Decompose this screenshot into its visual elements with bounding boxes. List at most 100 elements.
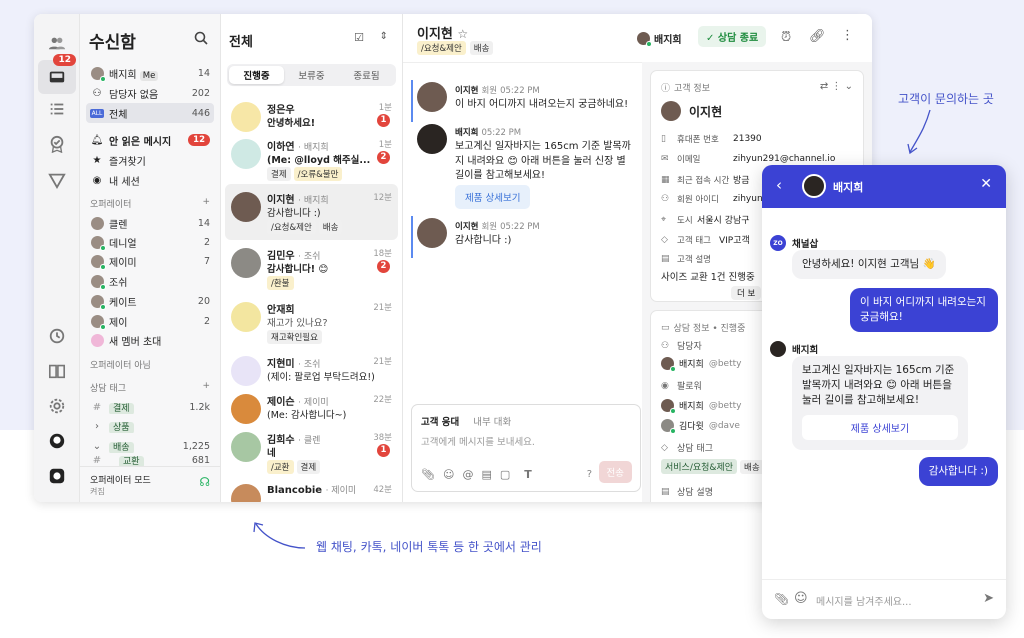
- inbox-item-my-sessions[interactable]: ◉ 내 세션: [86, 170, 214, 190]
- avatar: [417, 124, 447, 154]
- attach-icon[interactable]: 📎︎: [774, 592, 789, 606]
- avatar: [231, 302, 261, 332]
- back-arrow-icon[interactable]: ‹: [776, 176, 782, 194]
- tab-in-progress[interactable]: 진행중: [229, 66, 284, 84]
- avatar: [231, 394, 261, 424]
- tab-internal-chat[interactable]: 내부 대화: [473, 414, 511, 428]
- assignee-row[interactable]: 배지희 @betty: [661, 357, 741, 372]
- field-value[interactable]: 서울시 강남구: [697, 213, 750, 226]
- field-value[interactable]: zihyun: [733, 194, 763, 204]
- follower-name: 배지희: [679, 402, 704, 412]
- text-format-icon[interactable]: T: [524, 468, 532, 481]
- avatar: [231, 192, 261, 222]
- operator-item[interactable]: 제이 2: [86, 311, 214, 331]
- field-key: 도시: [677, 215, 693, 226]
- unread-badge: 1: [377, 444, 390, 457]
- field-value[interactable]: VIP고객: [719, 233, 750, 246]
- help-icon[interactable]: ?: [587, 469, 592, 480]
- assignee-selector[interactable]: 배지희: [637, 31, 682, 47]
- link-icon[interactable]: 🔗︎: [809, 29, 826, 44]
- alarm-icon[interactable]: ⏰︎: [781, 30, 791, 45]
- mail-icon: ✉: [661, 154, 669, 164]
- inbox-item-favorites[interactable]: ★ 즐겨찾기: [86, 150, 214, 170]
- emoji-icon[interactable]: ☺: [794, 591, 808, 606]
- clock-face-icon[interactable]: [44, 323, 70, 349]
- emoji-icon[interactable]: ☺: [443, 468, 454, 481]
- inbox-item-unassigned[interactable]: ⚇ 담당자 없음 202: [86, 83, 214, 103]
- star-icon[interactable]: ☆: [457, 27, 468, 41]
- people-icon[interactable]: [44, 30, 70, 56]
- field-phone: ▯ 휴대폰 번호 21390: [661, 133, 762, 145]
- profile-avatar-icon[interactable]: [44, 428, 70, 454]
- more-vertical-icon[interactable]: ⋮: [841, 28, 854, 43]
- add-icon[interactable]: +: [202, 381, 210, 394]
- headset-icon[interactable]: ☊: [199, 475, 210, 489]
- file-icon[interactable]: ▢: [500, 468, 510, 481]
- close-icon[interactable]: ✕: [980, 176, 992, 192]
- more-button[interactable]: 더 보: [731, 286, 762, 300]
- inbox-item-all[interactable]: ALL 전체 446: [86, 103, 214, 123]
- tag-chip: 교환: [119, 455, 144, 466]
- conversation-tag: /요청&제안: [267, 220, 316, 234]
- send-button[interactable]: 전송: [598, 461, 632, 483]
- invite-member-item[interactable]: 새 멤버 초대: [86, 330, 214, 350]
- search-icon[interactable]: [194, 31, 208, 45]
- tag-item[interactable]: # 교환 681: [86, 454, 214, 466]
- send-icon[interactable]: [44, 167, 70, 193]
- field-value[interactable]: 21390: [733, 134, 762, 144]
- follower-row[interactable]: 김다윗 @dave: [661, 419, 740, 434]
- gear-icon[interactable]: [44, 393, 70, 419]
- avatar: [661, 419, 676, 434]
- tag-chip[interactable]: 서비스/요청&제안: [661, 459, 738, 474]
- inbox-item-unread[interactable]: 🔔︎ 안 읽은 메시지 12: [86, 130, 214, 150]
- field-value[interactable]: zihyun291@channel.io: [733, 154, 835, 164]
- follower-row[interactable]: 배지희 @betty: [661, 399, 741, 414]
- inbox-icon[interactable]: 12: [38, 54, 76, 94]
- conversation-item[interactable]: Blancobie · 제이미 42분: [225, 476, 398, 502]
- conversation-item[interactable]: 김민우 · 조쉬 18분 감사합니다! 😊 2 /환불: [225, 240, 398, 296]
- unread-badge: 1: [377, 114, 390, 127]
- card-actions-icons[interactable]: ⇄ ⋮ ⌄: [820, 81, 853, 92]
- conversation-item[interactable]: 안재희 21분 재고가 있나요? 재고확인필요: [225, 294, 398, 350]
- widget-message-input[interactable]: 메시지를 남겨주세요...: [816, 593, 912, 608]
- tag-item[interactable]: # 결제 1.2k: [86, 397, 214, 417]
- end-session-button[interactable]: ✓ 상담 종료: [698, 26, 767, 47]
- send-icon[interactable]: ➤: [983, 591, 994, 606]
- tag-count: 1,225: [182, 440, 210, 452]
- operator-item[interactable]: 제이미 7: [86, 251, 214, 271]
- attach-icon[interactable]: 📎︎: [421, 468, 435, 481]
- tab-on-hold[interactable]: 보류중: [284, 66, 339, 84]
- time-label: 21분: [373, 357, 392, 367]
- tag-item[interactable]: ⌄ 배송 1,225: [86, 436, 214, 456]
- sort-icon[interactable]: ⇕: [380, 31, 388, 42]
- all-icon: ALL: [89, 108, 105, 118]
- section-label: 오퍼레이터 아님: [90, 361, 151, 371]
- operator-item[interactable]: 케이트 20: [86, 291, 214, 311]
- conversation-item[interactable]: 김희수 · 클렌 38분 네 1 /교환 결제: [225, 424, 398, 480]
- product-detail-button[interactable]: 제품 상세보기: [455, 185, 531, 209]
- operator-item[interactable]: 조쉬: [86, 271, 214, 291]
- field-value[interactable]: 방금: [733, 173, 750, 186]
- book-icon[interactable]: [44, 358, 70, 384]
- operator-item[interactable]: 데니얼 2: [86, 232, 214, 252]
- checkbox-icon[interactable]: ☑: [354, 31, 364, 44]
- template-icon[interactable]: ▤: [481, 468, 491, 481]
- mention-icon[interactable]: @: [462, 468, 473, 481]
- conversation-item-selected[interactable]: 이지현 · 배지희 12분 감사합니다 :) /요청&제안 배송: [225, 184, 398, 240]
- chat-title-name: 이지현: [417, 27, 453, 42]
- composer-input[interactable]: 고객에게 메시지를 보내세요.: [421, 434, 535, 448]
- note-icon: ▤: [661, 254, 670, 264]
- tag-chip[interactable]: 배송: [740, 459, 764, 474]
- tag-item[interactable]: › 상품: [86, 416, 214, 436]
- list-icon[interactable]: [44, 96, 70, 122]
- channel-logo-icon[interactable]: [44, 463, 70, 489]
- widget-product-button[interactable]: 제품 상세보기: [802, 415, 958, 440]
- inbox-item-me[interactable]: 배지희 Me 14: [86, 63, 214, 83]
- tab-customer-reply[interactable]: 고객 응대: [421, 414, 459, 428]
- field-key: 이메일: [677, 155, 701, 165]
- add-icon[interactable]: +: [202, 197, 210, 210]
- badge-check-icon[interactable]: [44, 131, 70, 157]
- operator-item[interactable]: 클렌 14: [86, 213, 214, 233]
- conversation-item[interactable]: 이하연 · 배지희 1분 (Me: @lloyd 해주실... 2 결제/오류&…: [225, 131, 398, 187]
- tab-closed[interactable]: 종료됨: [339, 66, 394, 84]
